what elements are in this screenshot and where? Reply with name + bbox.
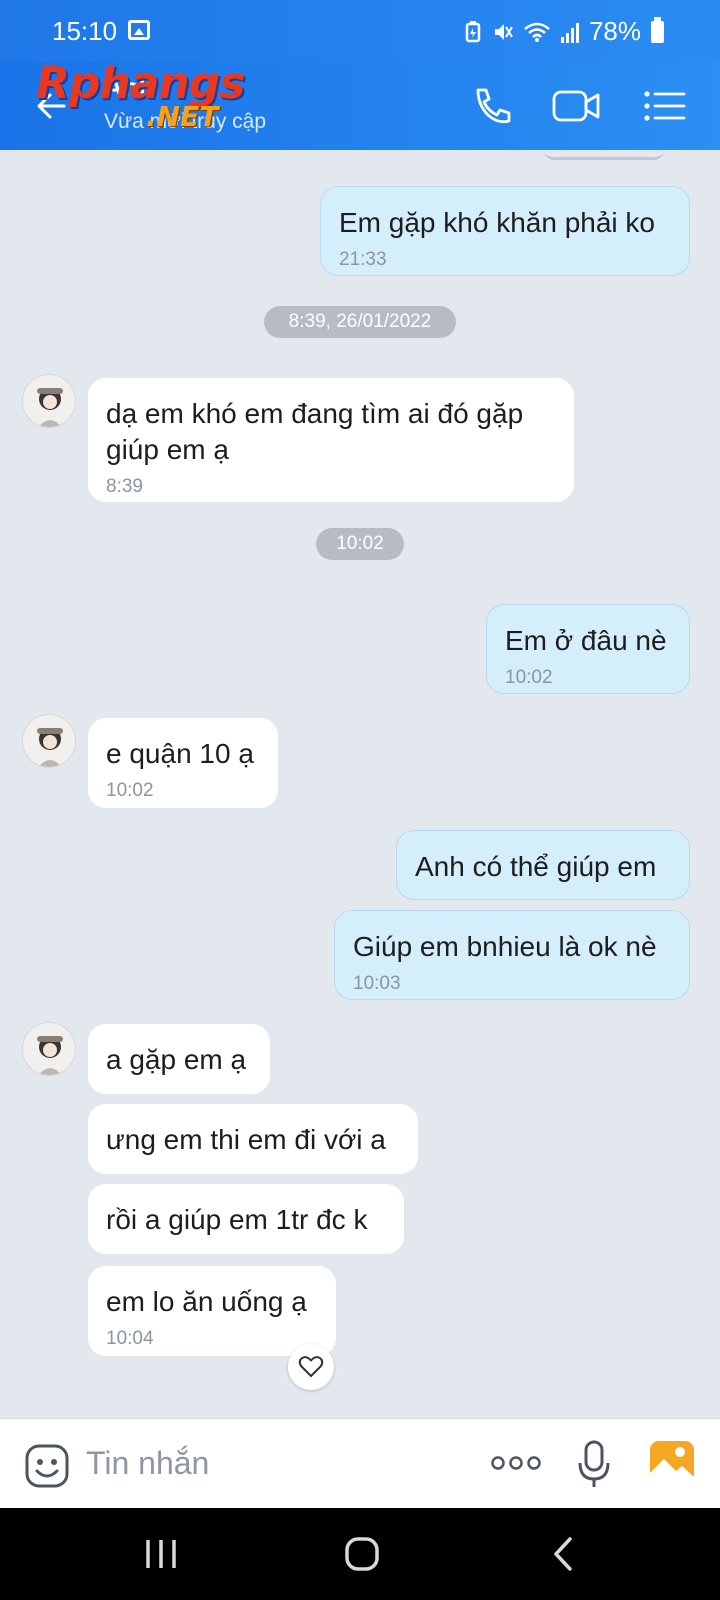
- avatar-image: [37, 388, 63, 427]
- image-icon[interactable]: [648, 1439, 696, 1485]
- message-composer: Tin nhắn: [0, 1418, 720, 1508]
- avatar[interactable]: [22, 374, 76, 428]
- message-time: 10:02: [106, 780, 154, 801]
- microphone-icon[interactable]: [576, 1439, 612, 1489]
- signal-icon: [560, 21, 579, 43]
- message-text: a gặp em ạ: [106, 1044, 247, 1075]
- message-text: e quận 10 ạ: [106, 738, 254, 769]
- phone-icon[interactable]: [468, 82, 518, 130]
- message-text: Em gặp khó khăn phải ko: [339, 207, 655, 238]
- message-text: em lo ăn uống ạ: [106, 1286, 307, 1317]
- wifi-icon: [524, 22, 550, 42]
- watermark-logo: Rphangs .NET: [36, 58, 245, 133]
- more-icon[interactable]: [490, 1453, 542, 1473]
- message-bubble-sent[interactable]: Em gặp khó khăn phải ko 21:33: [320, 186, 690, 276]
- message-text: rồi a giúp em 1tr đc k: [106, 1204, 368, 1235]
- message-time: 10:04: [106, 1328, 154, 1349]
- emoji-icon[interactable]: [24, 1443, 70, 1489]
- status-icons: 78%: [463, 16, 664, 47]
- message-bubble-received[interactable]: rồi a giúp em 1tr đc k: [88, 1184, 404, 1254]
- message-bubble-received[interactable]: ưng em thi em đi với a: [88, 1104, 418, 1174]
- date-divider: 10:02: [316, 528, 404, 560]
- message-bubble-sent[interactable]: Em ở đâu nè 10:02: [486, 604, 690, 694]
- home-icon[interactable]: [344, 1536, 380, 1572]
- message-time: 8:39: [106, 476, 143, 497]
- date-divider: 8:39, 26/01/2022: [264, 306, 456, 338]
- message-bubble-received[interactable]: em lo ăn uống ạ 10:04: [88, 1266, 336, 1356]
- recent-apps-icon[interactable]: [144, 1538, 178, 1570]
- message-text: ưng em thi em đi với a: [106, 1124, 386, 1155]
- menu-list-icon[interactable]: [640, 82, 690, 130]
- message-bubble-sent[interactable]: Giúp em bnhieu là ok nè 10:03: [334, 910, 690, 1000]
- avatar[interactable]: [22, 714, 76, 768]
- sticker-peek: [544, 150, 664, 160]
- message-time: 10:02: [505, 667, 553, 688]
- message-text: dạ em khó em đang tìm ai đó gặp giúp em …: [106, 398, 524, 465]
- message-bubble-received[interactable]: dạ em khó em đang tìm ai đó gặp giúp em …: [88, 378, 574, 502]
- message-text: Giúp em bnhieu là ok nè: [353, 931, 657, 962]
- gallery-notification-icon: [128, 20, 150, 40]
- back-nav-icon[interactable]: [550, 1536, 576, 1572]
- heart-icon: [298, 1356, 324, 1377]
- avatar[interactable]: [22, 1022, 76, 1076]
- message-text: Anh có thể giúp em: [415, 851, 657, 882]
- message-bubble-received[interactable]: a gặp em ạ: [88, 1024, 270, 1094]
- chat-area[interactable]: Em gặp khó khăn phải ko 21:33 8:39, 26/0…: [0, 150, 720, 1418]
- message-text: Em ở đâu nè: [505, 625, 667, 656]
- status-time: 15:10: [52, 16, 118, 46]
- video-call-icon[interactable]: [552, 82, 602, 130]
- message-bubble-sent[interactable]: Anh có thể giúp em: [396, 830, 690, 900]
- system-nav-bar: [0, 1508, 720, 1600]
- battery-icon: [651, 16, 664, 43]
- message-bubble-received[interactable]: e quận 10 ạ 10:02: [88, 718, 278, 808]
- avatar-image: [37, 728, 63, 767]
- message-input[interactable]: Tin nhắn: [86, 1445, 209, 1482]
- avatar-image: [37, 1036, 63, 1075]
- watermark-sub: .NET: [146, 100, 219, 133]
- battery-percent: 78%: [588, 16, 641, 46]
- message-time: 10:03: [353, 973, 401, 994]
- status-bar: 15:10 78%: [0, 0, 720, 62]
- reaction-button[interactable]: [288, 1344, 334, 1390]
- mute-icon: [494, 23, 513, 40]
- battery-saver-icon: [465, 20, 481, 42]
- message-time: 21:33: [339, 249, 387, 270]
- chat-header: Anh Vừa mới truy cập Rphangs .NET: [0, 58, 720, 150]
